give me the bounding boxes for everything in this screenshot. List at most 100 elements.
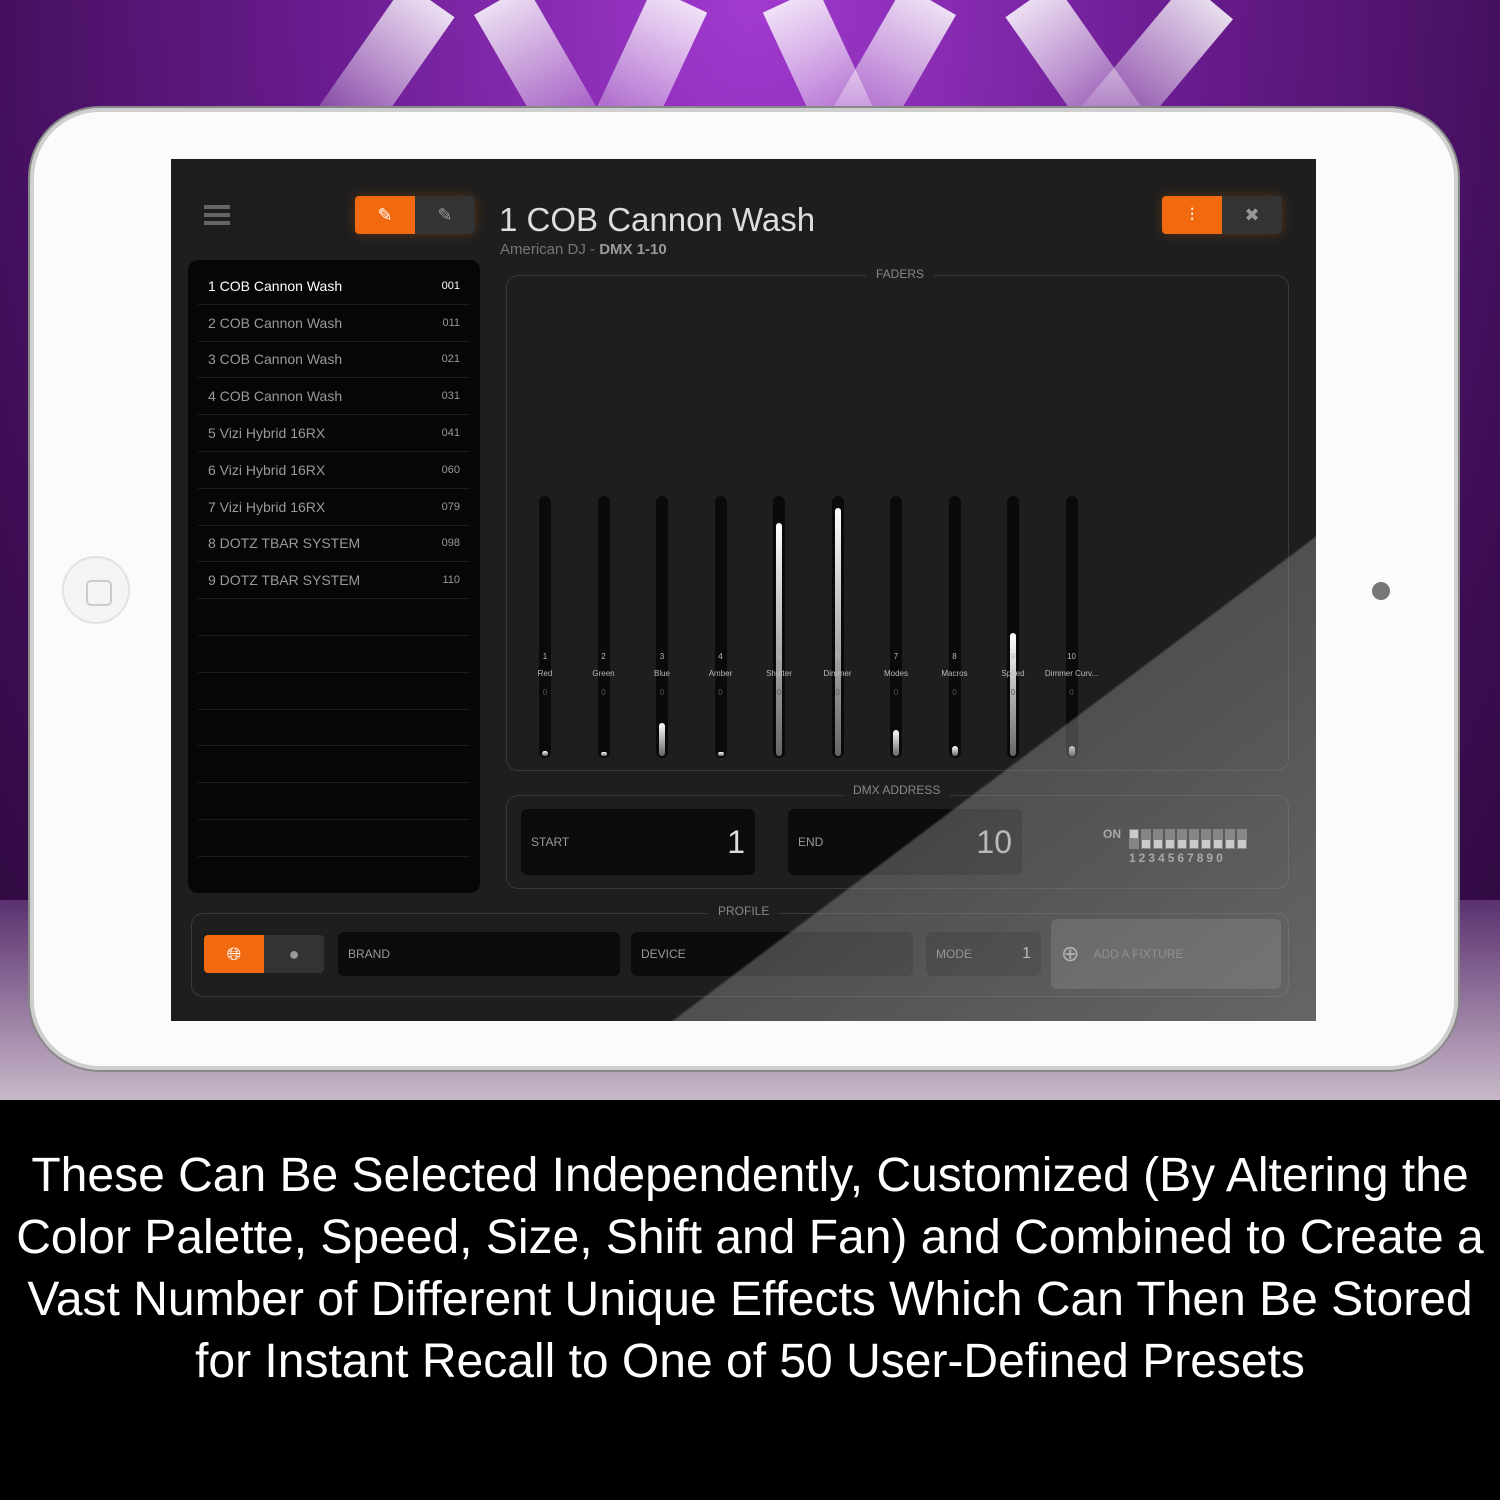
globe-icon[interactable]: 🌐︎ (204, 935, 264, 973)
sliders-icon[interactable]: ⫶ (1162, 196, 1222, 234)
fixture-address: 011 (442, 316, 460, 329)
dip-on-label: ON (1103, 827, 1121, 841)
fader-level (893, 730, 899, 756)
page-title: 1 COB Cannon Wash (499, 201, 816, 238)
dip-switch-toggle[interactable] (1237, 829, 1247, 849)
fixture-name: 1 COB Cannon Wash (208, 277, 343, 294)
fader-level (776, 523, 782, 756)
expand-icon[interactable]: ✖ (1222, 196, 1282, 234)
fixture-list-item[interactable]: 3 COB Cannon Wash 021 (198, 342, 470, 379)
dip-switch-toggle[interactable] (1213, 829, 1223, 849)
fader-speed[interactable] (1007, 496, 1019, 758)
separator: - (585, 241, 600, 258)
fixture-name: 4 COB Cannon Wash (208, 388, 343, 405)
fixture-list-item[interactable]: 4 COB Cannon Wash 031 (198, 378, 470, 416)
empty-list-row (198, 857, 470, 894)
fader-dimmer-curv-[interactable] (1065, 496, 1078, 758)
end-field[interactable]: END 10 (788, 809, 1022, 875)
empty-list-row (198, 599, 470, 636)
app-screen: ✎ ✎ 1 COB Cannon Wash American DJ - DMX … (171, 159, 1316, 1021)
fixture-name: 9 DOTZ TBAR SYSTEM (208, 572, 361, 589)
start-field[interactable]: START 1 (521, 809, 755, 875)
dmx-range: DMX 1-10 (599, 241, 667, 258)
fader-level (951, 745, 958, 756)
fixture-name: 6 Vizi Hybrid 16RX (208, 461, 326, 478)
fader-level (834, 507, 841, 756)
fader-value: 0 (1069, 688, 1074, 697)
profile-label: PROFILE (708, 904, 780, 918)
dip-switch-toggle[interactable] (1201, 829, 1211, 849)
dip-switch-toggle[interactable] (1225, 829, 1235, 849)
fader-name: Dimmer Curv... (1044, 669, 1099, 678)
fader-green[interactable] (597, 496, 610, 758)
user-icon[interactable]: ● (264, 935, 324, 973)
fixture-list-item[interactable]: 6 Vizi Hybrid 16RX 060 (198, 452, 470, 489)
fixture-address: 041 (441, 427, 460, 440)
fixture-list-item[interactable]: 5 Vizi Hybrid 16RX 041 (198, 415, 470, 452)
camera (1372, 582, 1390, 600)
fader-macros[interactable] (948, 496, 961, 758)
start-label: START (531, 835, 570, 849)
view-toggle: ✎ ✎ (355, 196, 475, 234)
fixture-icon[interactable]: ✎ (355, 196, 415, 234)
fixture-name: 5 Vizi Hybrid 16RX (208, 425, 326, 442)
end-value: 10 (976, 823, 1012, 860)
mode-toggle: ⫶ ✖ (1162, 196, 1282, 234)
dip-switch-toggle[interactable] (1141, 829, 1151, 849)
fixture-list: 1 COB Cannon Wash 001 2 COB Cannon Wash 011… (188, 260, 480, 894)
mode-value: 1 (1022, 945, 1031, 962)
fader-shutter[interactable] (773, 496, 785, 758)
dip-switch-toggle[interactable] (1129, 829, 1139, 849)
brand-label: BRAND (348, 947, 391, 961)
fixture-name: 7 Vizi Hybrid 16RX (208, 498, 326, 515)
empty-list-row (198, 673, 470, 710)
fader-num: 10 (1067, 652, 1076, 661)
fixture-address: 021 (441, 353, 460, 366)
empty-list-row (198, 710, 470, 747)
fixture-list-item[interactable]: 7 Vizi Hybrid 16RX 079 (198, 489, 470, 526)
brand-field[interactable]: BRAND (338, 932, 620, 976)
device-field[interactable]: DEVICE (631, 932, 913, 976)
dip-switch-toggle[interactable] (1177, 829, 1187, 849)
fixture-list-item[interactable]: 9 DOTZ TBAR SYSTEM 110 (198, 562, 470, 600)
mode-field[interactable]: MODE 1 (926, 932, 1041, 976)
end-label: END (798, 835, 824, 849)
fixture-list-item[interactable]: 8 DOTZ TBAR SYSTEM 098 (198, 526, 470, 563)
faders-label: FADERS (866, 267, 935, 281)
fixture-subtitle: American DJ - DMX 1-10 (500, 241, 667, 258)
fixture-list-item[interactable]: 1 COB Cannon Wash 001 (198, 268, 470, 305)
fixture-name: 2 COB Cannon Wash (208, 314, 343, 331)
add-fixture-icon: ⊕ (1061, 941, 1080, 966)
fixture-address: 060 (441, 463, 460, 476)
fixture-name: 8 DOTZ TBAR SYSTEM (208, 535, 361, 552)
empty-list-row (198, 783, 470, 820)
start-value: 1 (727, 823, 745, 860)
fader-level (659, 722, 665, 756)
mode-label: MODE (936, 947, 972, 961)
fader-dimmer[interactable] (831, 496, 844, 758)
dip-switch: ON 1234567890 (1103, 827, 1247, 867)
fader-modes[interactable] (890, 496, 902, 758)
fader-amber[interactable] (714, 496, 727, 758)
hamburger-icon[interactable] (204, 205, 230, 225)
add-fixture-button[interactable]: ⊕ ADD A FIXTURE (1051, 919, 1281, 989)
dip-switch-toggle[interactable] (1153, 829, 1163, 849)
fader-blue[interactable] (656, 496, 668, 758)
fixture-address: 001 (441, 279, 460, 292)
fader-red[interactable] (539, 496, 551, 758)
fixtures-icon[interactable]: ✎ (415, 196, 475, 234)
dip-switch-toggle[interactable] (1189, 829, 1199, 849)
fader-level (600, 752, 607, 756)
dip-digits: 1234567890 (1129, 851, 1226, 865)
caption: These Can Be Selected Independently, Cus… (0, 1100, 1500, 1500)
dip-switch-toggle[interactable] (1165, 829, 1175, 849)
fixture-list-item[interactable]: 2 COB Cannon Wash 011 (198, 305, 470, 342)
empty-list-row (198, 746, 470, 784)
home-button (62, 556, 130, 624)
fixture-address: 031 (441, 390, 460, 403)
fixture-name: 3 COB Cannon Wash (208, 351, 343, 368)
add-fixture-label: ADD A FIXTURE (1093, 947, 1184, 961)
fader-level (542, 750, 548, 756)
device-label: DEVICE (641, 947, 686, 961)
fixture-address: 079 (441, 500, 460, 513)
